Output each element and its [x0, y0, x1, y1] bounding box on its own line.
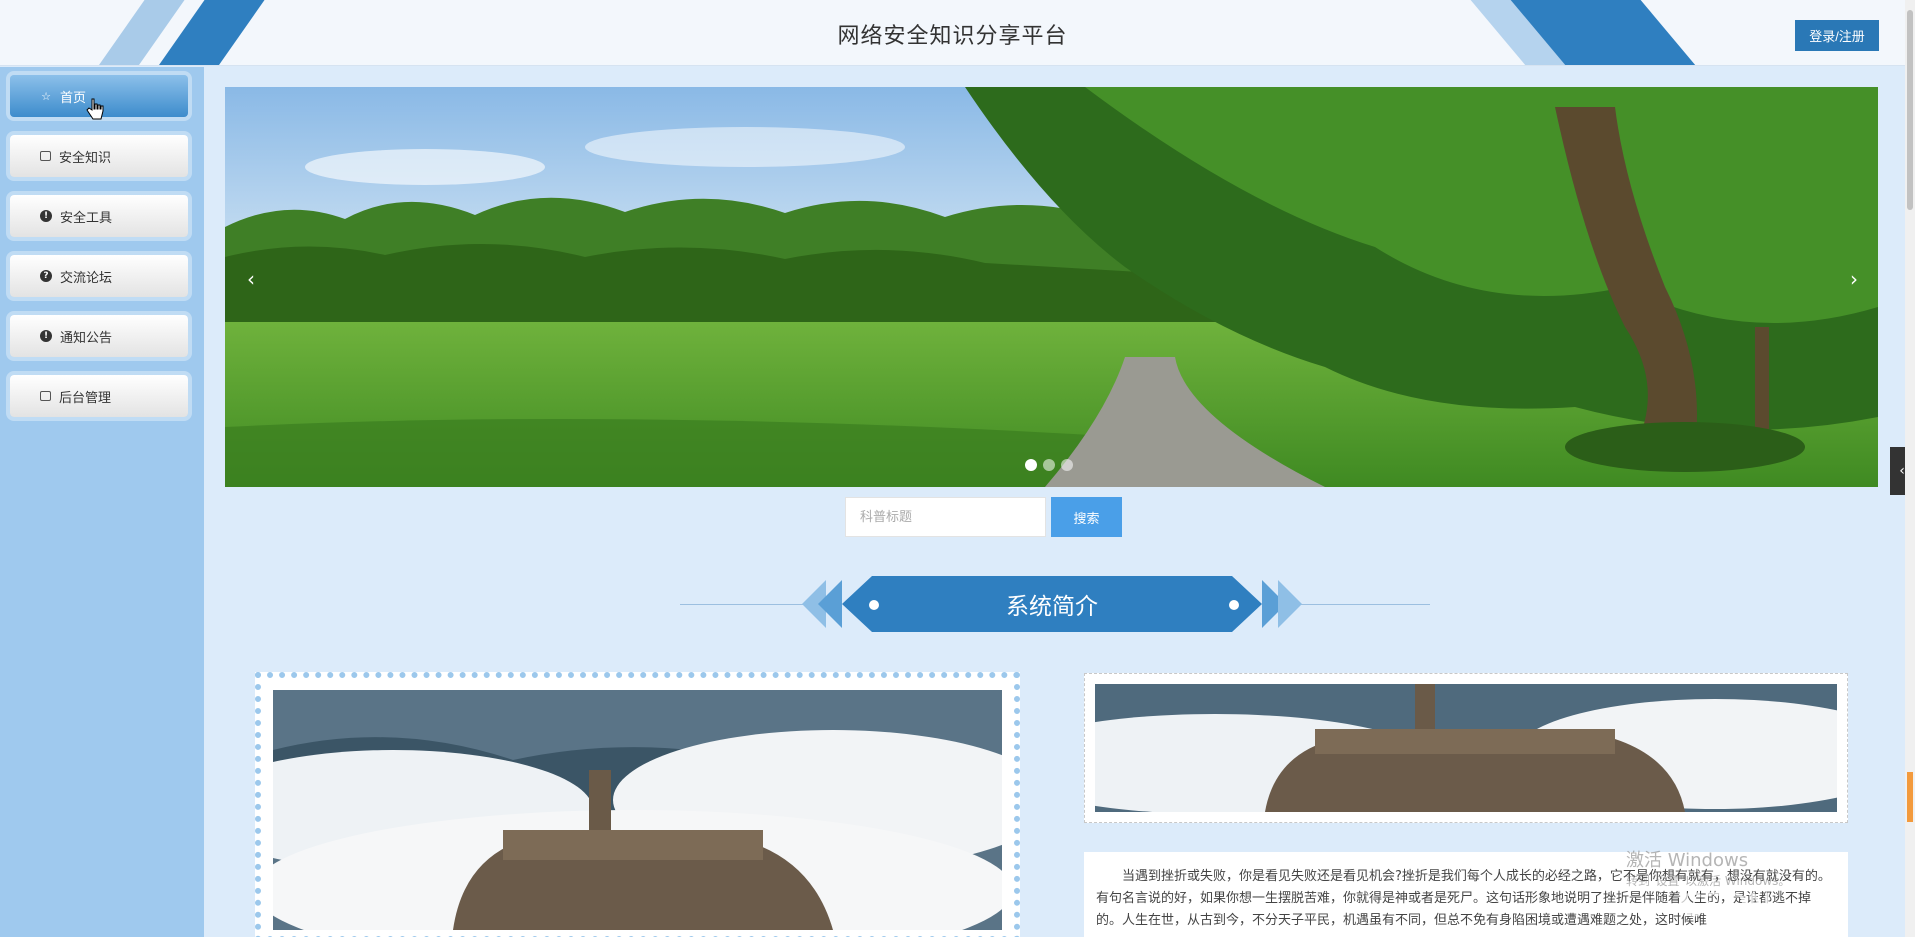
carousel-prev-arrow[interactable]: ‹	[247, 267, 255, 291]
search-button[interactable]: 搜索	[1051, 497, 1122, 537]
windows-activation-watermark-title: 激活 Windows	[1626, 850, 1749, 871]
banner-landscape-image	[225, 87, 1878, 487]
login-register-button[interactable]: 登录/注册	[1795, 20, 1879, 51]
hand-cursor-icon	[86, 98, 104, 120]
csdn-watermark: CSDN @sheji715	[1680, 886, 1848, 937]
sidebar-item-security-tools[interactable]: ! 安全工具	[10, 195, 188, 237]
sidebar: ☆ 首页 安全知识 ! 安全工具 ? 交流论坛 ! 通知公告 后台管理	[0, 67, 204, 937]
header: 网络安全知识分享平台	[0, 0, 1905, 66]
intro-image-frame	[255, 672, 1020, 937]
carousel-dot[interactable]	[1025, 459, 1037, 471]
sidebar-item-admin[interactable]: 后台管理	[10, 375, 188, 417]
intro-image-frame	[995, 673, 1915, 823]
search-input[interactable]	[845, 497, 1046, 537]
question-icon: ?	[40, 270, 52, 282]
briefcase-icon	[40, 391, 51, 401]
sidebar-item-notices[interactable]: ! 通知公告	[10, 315, 188, 357]
scroll-position-marker	[1907, 772, 1913, 822]
sidebar-item-forum[interactable]: ? 交流论坛	[10, 255, 188, 297]
star-icon: ☆	[41, 89, 51, 103]
section-divider-line	[680, 604, 820, 605]
info-icon: !	[40, 210, 52, 222]
carousel-dots	[1025, 459, 1073, 471]
chevron-right-decor-icon	[1278, 580, 1302, 628]
sidebar-item-label: 安全工具	[60, 210, 113, 226]
carousel-next-arrow[interactable]: ›	[1850, 267, 1858, 291]
scrollbar-thumb[interactable]	[1907, 10, 1913, 210]
sidebar-item-label: 交流论坛	[60, 270, 113, 286]
info-icon: !	[40, 330, 52, 342]
castle-in-clouds-image	[995, 684, 1915, 814]
sidebar-item-label: 首页	[60, 90, 87, 106]
section-title-dot	[869, 600, 879, 610]
section-divider-line	[1290, 604, 1430, 605]
section-title-dot	[1229, 600, 1239, 610]
carousel-dot[interactable]	[1061, 459, 1073, 471]
sidebar-item-label: 后台管理	[59, 390, 112, 406]
bag-icon	[40, 151, 51, 161]
castle-in-clouds-image	[261, 690, 1014, 936]
site-title: 网络安全知识分享平台	[837, 24, 1068, 49]
banner-carousel[interactable]: ‹ ›	[225, 87, 1878, 487]
sidebar-item-label: 安全知识	[59, 150, 112, 166]
carousel-dot[interactable]	[1043, 459, 1055, 471]
sidebar-item-security-knowledge[interactable]: 安全知识	[10, 135, 188, 177]
chevron-left-decor-icon	[818, 580, 842, 628]
sidebar-item-label: 通知公告	[60, 330, 113, 346]
section-title: 系统简介	[842, 576, 1262, 632]
